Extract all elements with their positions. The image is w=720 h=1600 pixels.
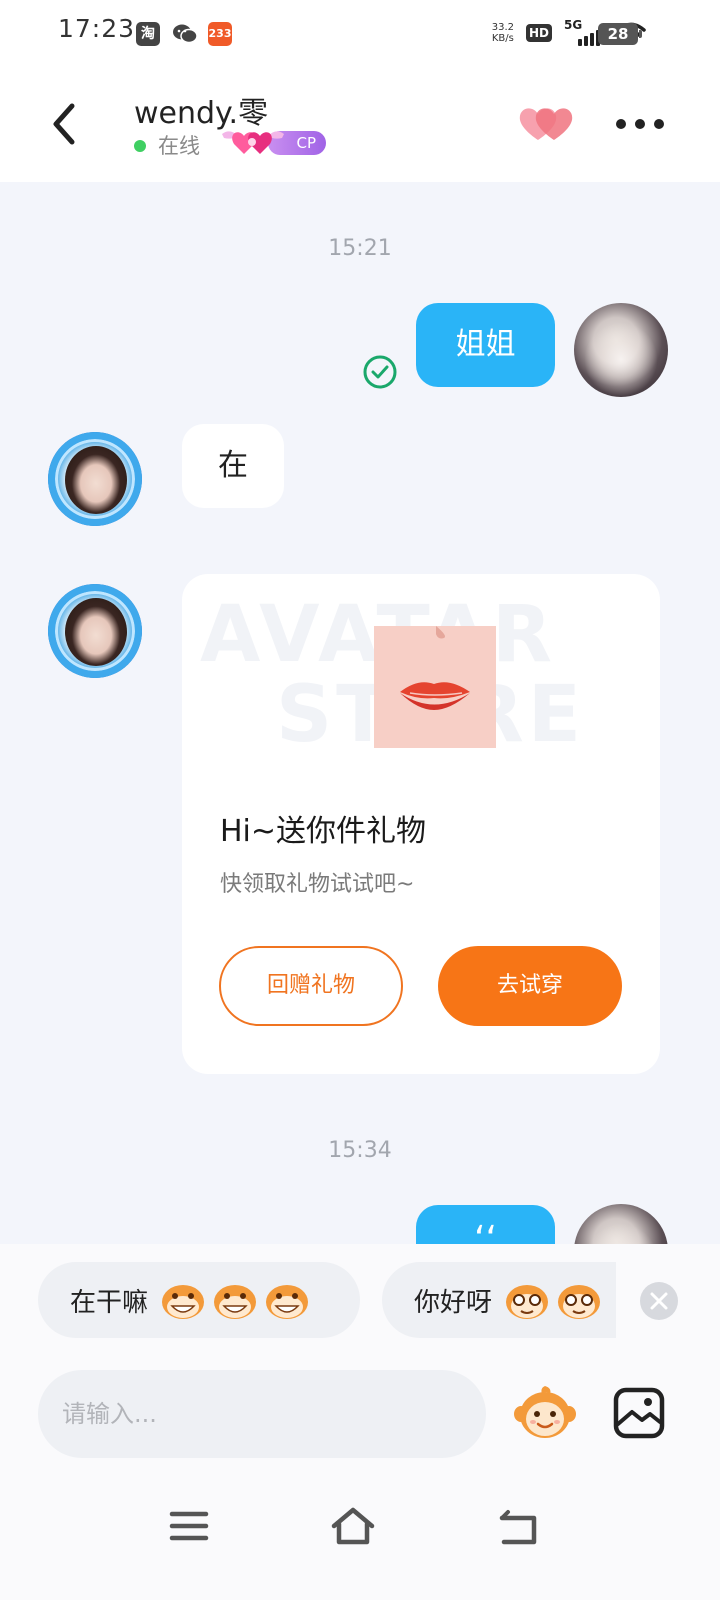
quick-reply-text: 你好呀 xyxy=(414,1287,493,1318)
gift-banner: AVATAR STORE xyxy=(196,584,654,762)
outgoing-message[interactable]: ‘‘ xyxy=(416,1205,555,1244)
taobao-app-icon: 淘 xyxy=(136,22,160,46)
home-button[interactable] xyxy=(328,1504,378,1548)
battery-icon: 28 xyxy=(598,23,642,45)
menu-button[interactable] xyxy=(164,1504,214,1548)
my-avatar[interactable] xyxy=(574,303,668,397)
back-button[interactable] xyxy=(40,92,90,152)
online-status: 在线 xyxy=(158,134,200,158)
wechat-app-icon xyxy=(172,22,198,46)
chat-messages[interactable]: 15:21 姐姐 在 AVATAR STORE Hi~送你件礼物 快领取礼物试 xyxy=(0,182,720,1244)
monkey-emoji-icon xyxy=(264,1280,310,1320)
gift-card[interactable]: AVATAR STORE Hi~送你件礼物 快领取礼物试试吧~ 回赠礼物 去试穿 xyxy=(182,574,660,1074)
message-timestamp: 15:21 xyxy=(328,236,392,261)
gift-subtitle: 快领取礼物试试吧~ xyxy=(220,872,415,897)
hearts-icon xyxy=(519,108,573,140)
more-icon-dot xyxy=(616,119,626,129)
outgoing-message[interactable]: 姐姐 xyxy=(416,303,555,387)
net-speed-unit: KB/s xyxy=(491,33,514,44)
close-icon xyxy=(650,1292,668,1310)
intimacy-button[interactable] xyxy=(516,100,578,148)
back-icon xyxy=(53,103,75,145)
gift-title: Hi~送你件礼物 xyxy=(220,814,427,849)
monkey-emoji-icon xyxy=(212,1280,258,1320)
image-icon xyxy=(613,1387,665,1439)
contact-avatar[interactable] xyxy=(48,584,142,678)
cp-badge[interactable]: CP xyxy=(218,126,328,160)
more-icon-dot xyxy=(635,119,645,129)
lips-image xyxy=(374,626,496,748)
image-button[interactable] xyxy=(612,1386,666,1440)
status-time: 17:23 xyxy=(58,14,136,43)
cp-hearts-icon xyxy=(222,131,284,154)
hd-badge: HD xyxy=(525,24,552,42)
home-icon xyxy=(331,1507,375,1545)
message-input[interactable] xyxy=(38,1370,486,1458)
more-button[interactable] xyxy=(616,114,668,134)
message-timestamp: 15:34 xyxy=(328,1138,392,1163)
app-233-icon: 233 xyxy=(208,22,232,46)
monkey-emoji-icon xyxy=(504,1280,550,1320)
my-avatar[interactable] xyxy=(574,1204,668,1244)
net-speed: 33.2 KB/s xyxy=(492,22,514,44)
try-on-button[interactable]: 去试穿 xyxy=(438,946,622,1026)
quick-reply-text: 在干嘛 xyxy=(70,1287,149,1318)
gift-image xyxy=(374,626,496,748)
status-bar: 17:23 淘 233 33.2 KB/s HD 5G 28 xyxy=(0,0,720,70)
online-indicator xyxy=(134,140,146,152)
quick-reply-chip[interactable]: 在干嘛 xyxy=(38,1262,360,1338)
back-nav-icon xyxy=(499,1510,537,1545)
close-quick-replies-button[interactable] xyxy=(640,1282,678,1320)
net-speed-value: 33.2 xyxy=(491,22,514,33)
quick-reply-chip[interactable]: 你好呀 xyxy=(382,1262,616,1338)
signal-label: 5G xyxy=(564,18,583,32)
more-icon-dot xyxy=(654,119,664,129)
return-gift-button[interactable]: 回赠礼物 xyxy=(219,946,403,1026)
back-nav-button[interactable] xyxy=(494,1504,544,1548)
system-nav-bar xyxy=(0,1478,720,1600)
chat-header: wendy.零 在线 CP xyxy=(0,70,720,182)
menu-icon xyxy=(169,1511,209,1541)
incoming-message[interactable]: 在 xyxy=(182,424,284,508)
read-check-icon xyxy=(363,355,397,389)
emoji-button[interactable] xyxy=(512,1382,578,1442)
contact-avatar[interactable] xyxy=(48,432,142,526)
monkey-emoji-icon xyxy=(556,1280,602,1320)
monkey-emoji-icon xyxy=(160,1280,206,1320)
emoji-icon xyxy=(514,1386,576,1438)
